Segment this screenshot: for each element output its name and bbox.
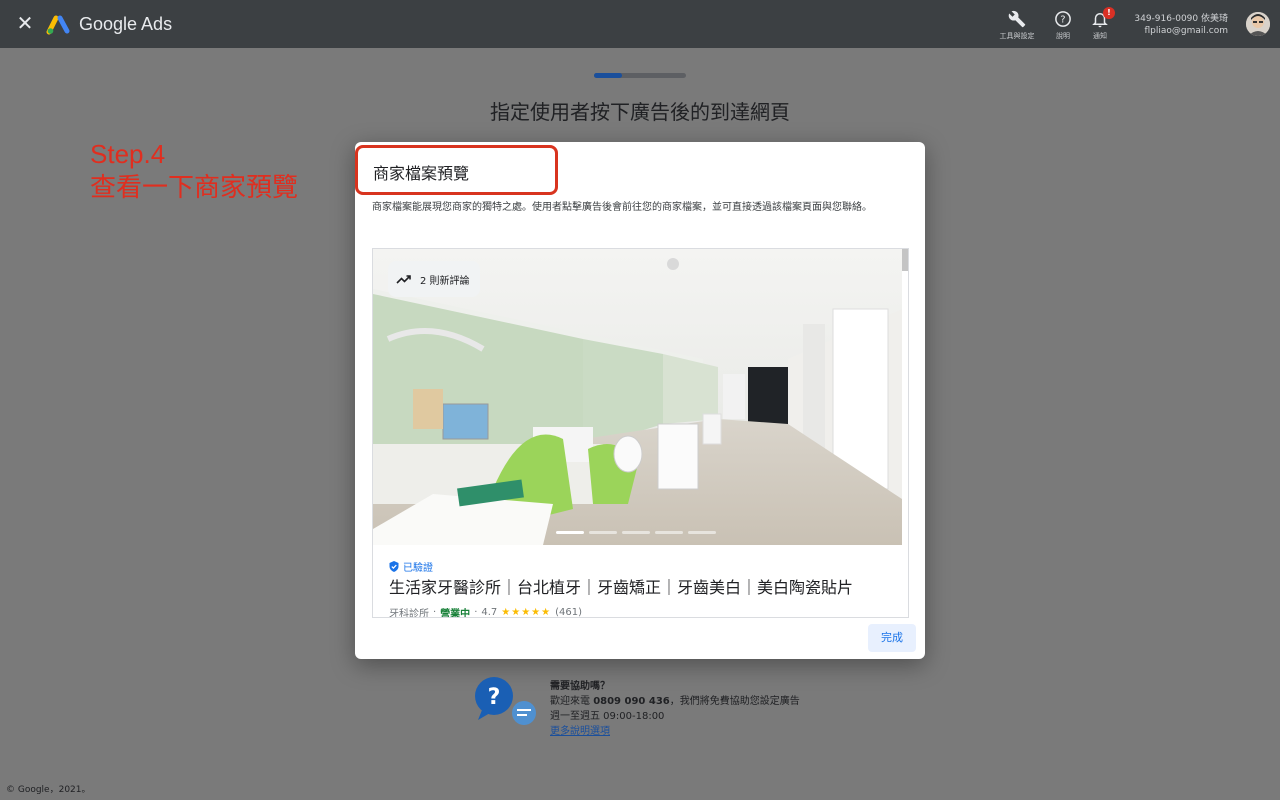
business-profile-preview-dialog: 商家檔案預覽 商家檔案能展現您商家的獨特之處。使用者點擊廣告後會前往您的商家檔案… xyxy=(355,142,925,659)
help-icon: ? xyxy=(1055,11,1071,27)
new-reviews-chip[interactable]: 2 則新評論 xyxy=(388,261,480,297)
business-meta: 牙科診所 · 營業中 · 4.7 ★★★★★ (461) xyxy=(389,607,582,618)
brand-name: Google Ads xyxy=(79,14,173,34)
carousel-dot[interactable] xyxy=(688,531,716,534)
account-info[interactable]: 349-916-0090 依美琦 flpliao@gmail.com xyxy=(1134,13,1228,37)
wrench-icon xyxy=(1008,10,1026,28)
annotation-text: 查看一下商家預覽 xyxy=(90,172,299,202)
notifications-label: 通知 xyxy=(1093,32,1107,40)
help-section: 需要協助嗎？ 歡迎來電 0809 090 436，我們將免費協助您設定廣告 週一… xyxy=(550,679,800,739)
preview-scrollbar[interactable] xyxy=(902,249,908,271)
top-app-bar: ✕ Google Ads 工具與設定 ? 說明 ! 通知 349-916-009… xyxy=(0,0,1280,48)
avatar[interactable] xyxy=(1246,12,1270,36)
step-progress-fill xyxy=(594,73,622,78)
rating-value: 4.7 xyxy=(481,607,498,618)
footer-copyright: © Google，2021。 xyxy=(6,785,91,795)
carousel-dot[interactable] xyxy=(655,531,683,534)
help-button[interactable]: ? 說明 xyxy=(1043,10,1083,41)
carousel-dot[interactable] xyxy=(589,531,617,534)
review-count[interactable]: (461) xyxy=(555,607,582,617)
help-hours: 週一至週五 09:00-18:00 xyxy=(550,711,665,722)
open-status: 營業中 xyxy=(440,609,471,618)
notifications-button[interactable]: ! 通知 xyxy=(1080,7,1120,41)
trending-up-icon xyxy=(396,275,411,284)
more-help-options-link[interactable]: 更多說明選項 xyxy=(550,726,610,737)
google-ads-logo-icon xyxy=(46,15,70,35)
close-icon[interactable]: ✕ xyxy=(14,12,36,34)
carousel-dot[interactable] xyxy=(622,531,650,534)
tools-label: 工具與設定 xyxy=(999,32,1035,40)
verified-shield-icon xyxy=(389,561,399,572)
dialog-description: 商家檔案能展現您商家的獨特之處。使用者點擊廣告後會前往您的商家檔案，並可直接透過… xyxy=(372,202,872,213)
svg-text:?: ? xyxy=(488,685,501,710)
tutorial-annotation: Step.4 查看一下商家預覽 xyxy=(90,138,298,204)
verified-label: 已驗證 xyxy=(403,563,433,574)
carousel-dot[interactable] xyxy=(556,531,584,534)
notification-badge: ! xyxy=(1103,7,1115,19)
rating-stars-icon: ★★★★★ xyxy=(501,607,552,618)
help-phone-line: 歡迎來電 0809 090 436，我們將免費協助您設定廣告 xyxy=(550,696,800,707)
verified-badge: 已驗證 xyxy=(389,559,433,574)
business-name: 生活家牙醫診所｜台北植牙｜牙齒矯正｜牙齒美白｜美白陶瓷貼片 xyxy=(389,578,854,597)
step-progress-bar xyxy=(594,73,686,78)
annotation-step: Step.4 xyxy=(90,139,166,169)
done-button[interactable]: 完成 xyxy=(868,624,916,652)
svg-text:?: ? xyxy=(1060,14,1065,25)
help-heading: 需要協助嗎？ xyxy=(550,681,610,692)
business-profile-preview[interactable]: 2 則新評論 已驗證 生活家牙醫診所｜台北植牙｜牙齒矯正｜牙齒美白｜美白陶瓷貼片… xyxy=(372,248,909,618)
account-id: 349-916-0090 依美琦 xyxy=(1134,14,1228,24)
help-chat-icon: ? xyxy=(475,677,536,725)
help-label: 說明 xyxy=(1056,32,1070,40)
page-title: 指定使用者按下廣告後的到達網頁 xyxy=(490,100,790,124)
dialog-title: 商家檔案預覽 xyxy=(373,164,470,183)
tools-settings-button[interactable]: 工具與設定 xyxy=(997,10,1037,41)
account-email: flpliao@gmail.com xyxy=(1144,26,1228,36)
photo-carousel-indicator[interactable] xyxy=(556,531,716,534)
help-phone: 0809 090 436 xyxy=(593,696,670,707)
business-category: 牙科診所 xyxy=(389,609,429,618)
new-reviews-label: 2 則新評論 xyxy=(420,275,470,287)
